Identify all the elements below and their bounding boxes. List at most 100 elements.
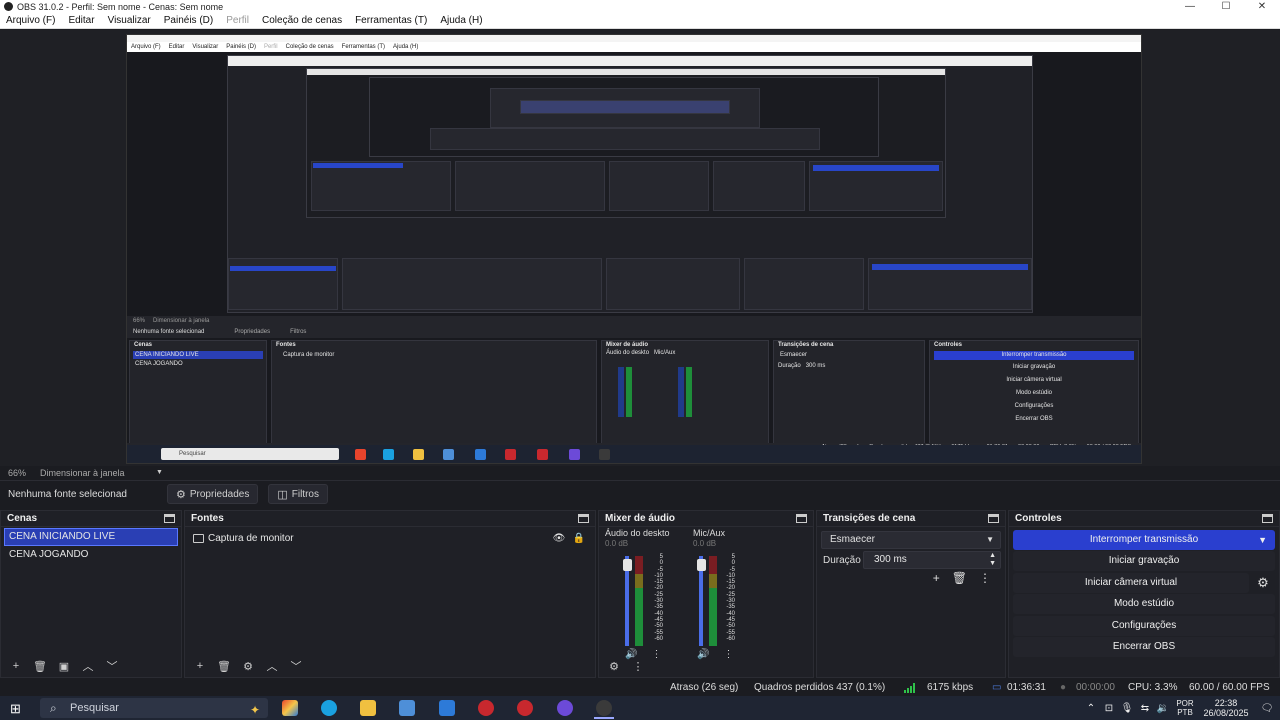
windows-start-icon[interactable]: ⊞ <box>10 701 21 717</box>
copilot-icon[interactable] <box>282 700 298 716</box>
transition-value: Esmaecer <box>830 534 876 545</box>
store-icon[interactable] <box>399 700 415 716</box>
preview-area: Arquivo (F) Editar Visualizar Painéis (D… <box>0 30 1280 466</box>
filter-icon: ◫ <box>277 488 288 501</box>
filters-button[interactable]: ◫ Filtros <box>268 484 328 504</box>
menu-bar: Arquivo (F) Editar Visualizar Painéis (D… <box>0 13 1280 29</box>
sources-dock-header: Fontes <box>185 511 595 527</box>
volume-icon[interactable]: 🔉 <box>1154 703 1172 714</box>
fader-knob[interactable] <box>697 559 706 571</box>
outlook-icon[interactable] <box>439 700 455 716</box>
app-icon[interactable] <box>517 700 533 716</box>
eye-icon[interactable]: 👁 <box>551 533 567 544</box>
file-explorer-icon[interactable] <box>360 700 376 716</box>
kebab-menu-icon[interactable]: ⋮ <box>629 658 647 674</box>
move-up-icon[interactable]: ︿ <box>79 658 97 674</box>
menu-paineis[interactable]: Painéis (D) <box>164 15 213 26</box>
kebab-menu-icon[interactable]: ⋮ <box>979 571 991 585</box>
undock-icon[interactable] <box>1262 514 1273 523</box>
nested-properties: Propriedades <box>234 329 271 335</box>
move-down-icon[interactable]: ﹀ <box>103 658 121 674</box>
taskbar-search[interactable]: ⌕ Pesquisar ✦ <box>40 698 268 718</box>
fader-knob[interactable] <box>623 559 632 571</box>
studio-mode-button[interactable]: Modo estúdio <box>1013 594 1275 614</box>
trash-icon[interactable]: 🗑 <box>215 658 233 674</box>
scene-item-cena-iniciando-live[interactable]: CENA INICIANDO LIVE <box>4 528 178 546</box>
virtual-camera-gear-icon[interactable]: ⚙ <box>1253 573 1273 593</box>
transition-select[interactable]: Esmaecer ▼ <box>821 531 1001 549</box>
menu-perfil[interactable]: Perfil <box>226 15 249 26</box>
zoom-dropdown-icon[interactable]: ▼ <box>156 469 163 476</box>
scene-item-cena-jogando[interactable]: CENA JOGANDO <box>5 547 177 563</box>
add-transition-icon[interactable]: + <box>933 571 940 585</box>
settings-button[interactable]: Configurações <box>1013 616 1275 636</box>
nested-zoom: 66% <box>133 318 146 324</box>
nested-resize: Dimensionar à janela <box>153 318 210 324</box>
menu-editar[interactable]: Editar <box>68 15 94 26</box>
undock-icon[interactable] <box>988 514 999 523</box>
db-tick: -60 <box>654 635 663 642</box>
nested-duration: Duração 300 ms <box>774 363 924 369</box>
record-icon: ● <box>1060 682 1067 693</box>
nested-settings: Configurações <box>1014 403 1054 409</box>
window-titlebar: OBS 31.0.2 - Perfil: Sem nome - Cenas: S… <box>0 0 1280 13</box>
stop-stream-label: Interromper transmissão <box>1089 534 1199 545</box>
scene-filters-icon[interactable]: ▣ <box>55 658 73 674</box>
spinner-icon[interactable]: ▲ ▼ <box>989 552 996 568</box>
notifications-icon[interactable]: 🗨 <box>1254 703 1280 714</box>
trash-icon[interactable]: 🗑 <box>952 571 967 585</box>
duration-input[interactable]: 300 ms ▲ ▼ <box>863 551 1001 569</box>
chrome-icon[interactable] <box>557 700 573 716</box>
nested-taskbar-app-icon <box>505 449 516 460</box>
undock-icon[interactable] <box>796 514 807 523</box>
stop-stream-button[interactable]: Interromper transmissão ▼ <box>1013 530 1275 550</box>
menu-ajuda[interactable]: Ajuda (H) <box>440 15 482 26</box>
menu-arquivo[interactable]: Arquivo (F) <box>6 15 55 26</box>
start-virtual-camera-button[interactable]: Iniciar câmera virtual <box>1013 573 1249 593</box>
nested-transition: Esmaecer <box>780 352 808 358</box>
move-down-icon[interactable]: ﹀ <box>287 658 305 674</box>
bitrate-status: 6175 kbps <box>927 682 974 693</box>
preview-canvas[interactable]: Arquivo (F) Editar Visualizar Painéis (D… <box>126 34 1142 464</box>
start-recording-button[interactable]: Iniciar gravação <box>1013 551 1275 571</box>
exit-button[interactable]: Encerrar OBS <box>1013 637 1275 657</box>
nested-scenes-dock: Cenas CENA INICIANDO LIVE CENA JOGANDO <box>129 340 267 446</box>
nested-menu-strip <box>228 56 1032 66</box>
microphone-icon[interactable]: 🎙 <box>1118 703 1136 714</box>
obs-taskbar-icon[interactable] <box>596 700 612 716</box>
properties-button[interactable]: ⚙ Propriedades <box>166 484 259 504</box>
add-source-icon[interactable]: + <box>191 658 209 674</box>
source-item-captura-de-monitor[interactable]: Captura de monitor 👁 🔒 <box>189 529 591 547</box>
taskbar-clock[interactable]: 22:38 26/08/2025 <box>1198 698 1254 718</box>
move-up-icon[interactable]: ︿ <box>263 658 281 674</box>
undock-icon[interactable] <box>578 514 589 523</box>
app-icon[interactable] <box>478 700 494 716</box>
lock-icon[interactable]: 🔒 <box>571 533 587 544</box>
resize-to-window-label[interactable]: Dimensionar à janela <box>40 468 125 478</box>
maximize-icon[interactable]: ☐ <box>1208 0 1244 13</box>
add-scene-icon[interactable]: + <box>7 658 25 674</box>
language-indicator[interactable]: POR PTB <box>1172 699 1198 717</box>
nested-taskbar: Pesquisar <box>127 445 1141 463</box>
nested-source-toolbar: Nenhuma fonte selecionad Propriedades Fi… <box>127 326 1141 338</box>
network-icon[interactable]: ⇆ <box>1136 703 1154 714</box>
undock-icon[interactable] <box>164 514 175 523</box>
advanced-audio-gear-icon[interactable]: ⚙ <box>605 658 623 674</box>
gear-icon[interactable]: ⚙ <box>239 658 257 674</box>
edge-browser-icon[interactable] <box>321 700 337 716</box>
nested-dock-title: Mixer de áudio <box>606 342 649 348</box>
chevron-down-icon[interactable]: ▼ <box>1258 530 1267 550</box>
tray-app-icon[interactable]: ⊡ <box>1100 703 1118 714</box>
nested-taskbar-app-icon <box>413 449 424 460</box>
menu-ferramentas[interactable]: Ferramentas (T) <box>355 15 427 26</box>
chevron-up-icon[interactable]: ⌃ <box>1082 703 1100 714</box>
close-icon[interactable]: ✕ <box>1244 0 1280 13</box>
menu-colecao-cenas[interactable]: Coleção de cenas <box>262 15 342 26</box>
nested-virtual-cam: Iniciar câmera virtual <box>1006 377 1062 383</box>
mixer-toolbar: ⚙ ⋮ <box>599 655 813 677</box>
trash-icon[interactable]: 🗑 <box>31 658 49 674</box>
minimize-icon[interactable]: — <box>1172 0 1208 13</box>
menu-visualizar[interactable]: Visualizar <box>108 15 151 26</box>
scenes-toolbar: + 🗑 ▣ ︿ ﹀ <box>1 655 181 677</box>
active-app-indicator <box>594 717 614 719</box>
